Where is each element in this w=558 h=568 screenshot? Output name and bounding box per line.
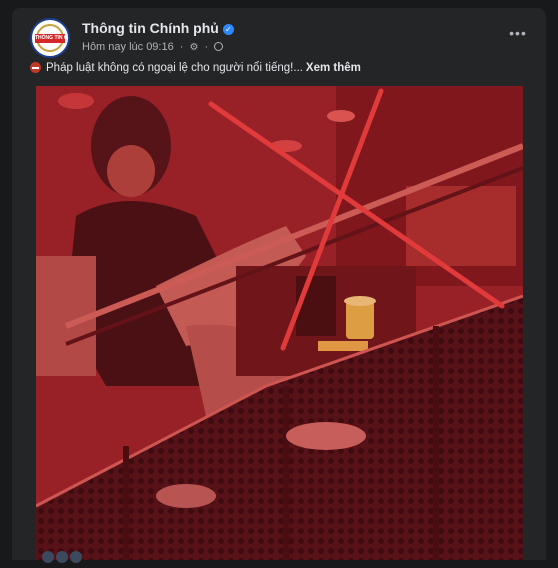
avatar-logo-text: THÔNG TIN CHÍNH PHỦ [35, 34, 65, 43]
see-more-link[interactable]: Xem thêm [306, 62, 361, 74]
no-entry-icon [30, 62, 41, 73]
post-timestamp[interactable]: Hôm nay lúc 09:16 [82, 41, 174, 53]
reaction-icon [56, 551, 68, 563]
post-meta: Hôm nay lúc 09:16 · ⚙ · [82, 41, 224, 53]
reaction-icon [42, 551, 54, 563]
post-card: THÔNG TIN CHÍNH PHỦ Thông tin Chính phủ✓… [12, 8, 546, 563]
caption-text: Pháp luật không có ngoại lệ cho người nổ… [46, 62, 303, 74]
post-photo[interactable] [36, 86, 523, 560]
gear-icon: ⚙ [189, 42, 199, 53]
globe-icon[interactable] [214, 42, 224, 51]
page-name[interactable]: Thông tin Chính phủ [82, 20, 219, 36]
page-name-link[interactable]: Thông tin Chính phủ ✓ [82, 20, 234, 36]
more-options-icon[interactable]: ••• [506, 24, 530, 48]
post-caption: Pháp luật không có ngoại lệ cho người nổ… [30, 62, 530, 74]
meta-separator: · [179, 41, 184, 53]
reaction-icon [70, 551, 82, 563]
photo-illustration [36, 86, 523, 560]
post-header: THÔNG TIN CHÍNH PHỦ Thông tin Chính phủ✓… [28, 18, 530, 62]
reaction-icons [42, 550, 84, 568]
verified-badge-icon: ✓ [222, 24, 234, 35]
page-avatar[interactable]: THÔNG TIN CHÍNH PHỦ [30, 18, 70, 58]
meta-separator-2: · [204, 41, 209, 53]
